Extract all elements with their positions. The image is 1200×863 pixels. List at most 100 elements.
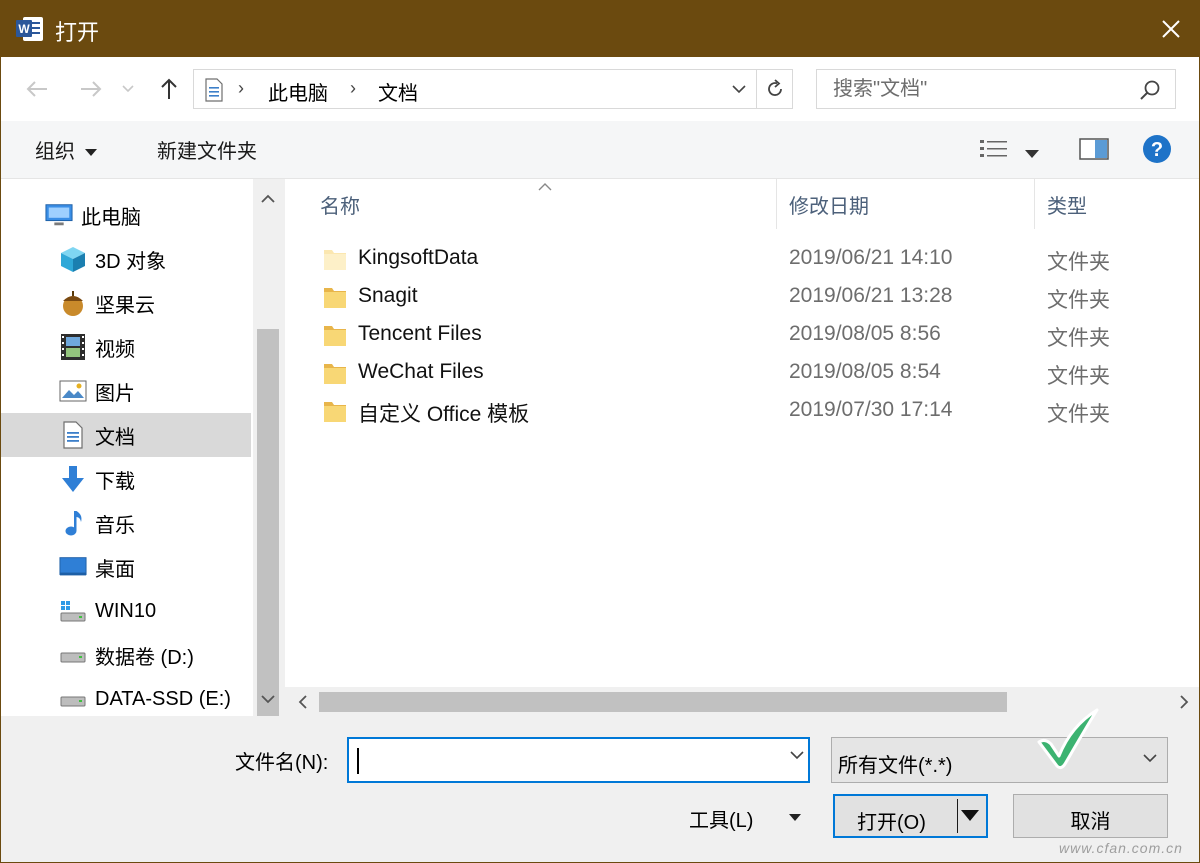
folder-icon [323, 284, 347, 315]
file-name: 自定义 Office 模板 [358, 403, 530, 426]
back-button[interactable] [21, 73, 53, 105]
search-box[interactable] [816, 69, 1176, 109]
nav-item-data-ssd-e[interactable]: DATA-SSD (E:) [1, 677, 251, 721]
file-list: 名称 修改日期 类型 KingsoftData 2019/06/21 14:10… [285, 179, 1199, 716]
sort-ascending-icon [537, 179, 553, 197]
file-name: Tencent Files [358, 322, 482, 345]
nav-item-label: 桌面 [95, 558, 135, 581]
scroll-up-button[interactable] [253, 183, 283, 213]
search-input[interactable] [817, 70, 1137, 108]
nav-item-label: 3D 对象 [95, 250, 167, 273]
folder-icon [323, 322, 347, 353]
organize-label: 组织 [35, 141, 75, 163]
nav-item-data-volume-d[interactable]: 数据卷 (D:) [1, 633, 251, 677]
close-button[interactable] [1141, 1, 1199, 57]
preview-pane-button[interactable] [1079, 137, 1109, 166]
recent-locations-button[interactable] [117, 73, 139, 105]
up-arrow-icon [161, 78, 177, 99]
file-row[interactable]: KingsoftData 2019/06/21 14:10 文件夹 [285, 240, 1199, 278]
organize-button[interactable]: 组织 [35, 135, 97, 164]
column-divider[interactable] [1034, 179, 1035, 229]
navigation-pane: 此电脑 3D 对象 坚果云 视频 图片 文档 下载 音乐 桌面 WIN10 数据… [1, 179, 283, 769]
column-header-name[interactable]: 名称 [320, 179, 360, 229]
chevron-down-icon [261, 694, 275, 703]
close-icon [1162, 20, 1180, 38]
tools-menu-button[interactable]: 工具(L) [689, 804, 753, 833]
scroll-right-button[interactable] [1169, 687, 1199, 716]
nav-item-pictures[interactable]: 图片 [1, 369, 251, 413]
nav-item-nutstore[interactable]: 坚果云 [1, 281, 251, 325]
filter-dropdown-arrow[interactable] [1143, 750, 1157, 768]
nav-item-desktop[interactable]: 桌面 [1, 545, 251, 589]
scrollbar-thumb[interactable] [319, 692, 1007, 712]
file-row[interactable]: 自定义 Office 模板 2019/07/30 17:14 文件夹 [285, 392, 1199, 430]
word-app-icon: W [15, 15, 45, 43]
open-button-label: 打开(O) [857, 812, 926, 834]
help-button[interactable]: ? [1142, 134, 1172, 169]
refresh-button[interactable] [756, 70, 792, 108]
file-type-filter-select[interactable]: 所有文件(*.*) [831, 737, 1168, 783]
computer-icon [45, 201, 73, 229]
details-view-icon [980, 140, 1007, 157]
chevron-up-icon [261, 194, 275, 203]
up-button[interactable] [153, 73, 185, 105]
nav-item-win10-drive[interactable]: WIN10 [1, 589, 251, 633]
caret-down-icon[interactable] [789, 814, 801, 821]
search-icon[interactable] [1139, 79, 1161, 106]
green-check-annotation-icon [1031, 704, 1103, 777]
file-type: 文件夹 [1047, 327, 1110, 350]
refresh-icon [767, 79, 782, 96]
file-type: 文件夹 [1047, 403, 1110, 426]
scroll-left-button[interactable] [287, 687, 317, 716]
column-header-type[interactable]: 类型 [1047, 179, 1087, 229]
nav-item-label: 文档 [95, 426, 135, 449]
open-button[interactable]: 打开(O) [833, 794, 988, 838]
folder-icon [323, 246, 347, 277]
nav-item-downloads[interactable]: 下载 [1, 457, 251, 501]
nav-item-documents[interactable]: 文档 [1, 413, 251, 457]
file-date: 2019/07/30 17:14 [789, 398, 953, 421]
breadcrumb-documents[interactable]: 文档 [378, 77, 418, 106]
new-folder-button[interactable]: 新建文件夹 [157, 135, 257, 164]
nutstore-icon [59, 289, 87, 317]
nav-item-videos[interactable]: 视频 [1, 325, 251, 369]
column-header-modified[interactable]: 修改日期 [789, 179, 869, 229]
system-drive-icon [59, 597, 87, 625]
chevron-down-icon [732, 84, 746, 93]
nav-vertical-scrollbar[interactable] [253, 179, 283, 769]
filename-input[interactable] [355, 743, 775, 777]
address-history-dropdown[interactable] [724, 70, 754, 108]
view-options-dropdown[interactable] [1025, 145, 1039, 163]
cancel-button[interactable]: 取消 [1013, 794, 1168, 838]
download-icon [59, 465, 87, 493]
nav-item-music[interactable]: 音乐 [1, 501, 251, 545]
file-type: 文件夹 [1047, 365, 1110, 388]
file-row[interactable]: Snagit 2019/06/21 13:28 文件夹 [285, 278, 1199, 316]
chevron-down-icon [790, 751, 804, 760]
3d-objects-icon [59, 245, 87, 273]
view-options-button[interactable] [979, 137, 1009, 166]
folder-icon [323, 360, 347, 391]
breadcrumb-this-pc[interactable]: 此电脑 [268, 77, 328, 106]
file-name: WeChat Files [358, 360, 484, 383]
preview-pane-icon [1079, 138, 1109, 160]
scroll-down-button[interactable] [253, 684, 283, 714]
folder-icon [323, 398, 347, 429]
open-options-dropdown-icon[interactable] [961, 810, 979, 821]
documents-icon [59, 421, 87, 449]
file-date: 2019/08/05 8:56 [789, 322, 941, 345]
filename-combobox[interactable] [347, 737, 810, 783]
app-icon-letter: W [18, 22, 30, 36]
file-name: Snagit [358, 284, 418, 307]
nav-item-label: 图片 [95, 382, 135, 405]
file-row[interactable]: Tencent Files 2019/08/05 8:56 文件夹 [285, 316, 1199, 354]
address-bar[interactable]: › 此电脑 › 文档 [193, 69, 793, 109]
forward-button[interactable] [75, 73, 107, 105]
nav-item-3d-objects[interactable]: 3D 对象 [1, 237, 251, 281]
filename-history-dropdown[interactable] [790, 747, 804, 765]
column-divider[interactable] [776, 179, 777, 229]
file-type: 文件夹 [1047, 289, 1110, 312]
file-row[interactable]: WeChat Files 2019/08/05 8:54 文件夹 [285, 354, 1199, 392]
nav-item-label: 坚果云 [95, 294, 155, 317]
nav-item-this-pc[interactable]: 此电脑 [1, 193, 251, 237]
